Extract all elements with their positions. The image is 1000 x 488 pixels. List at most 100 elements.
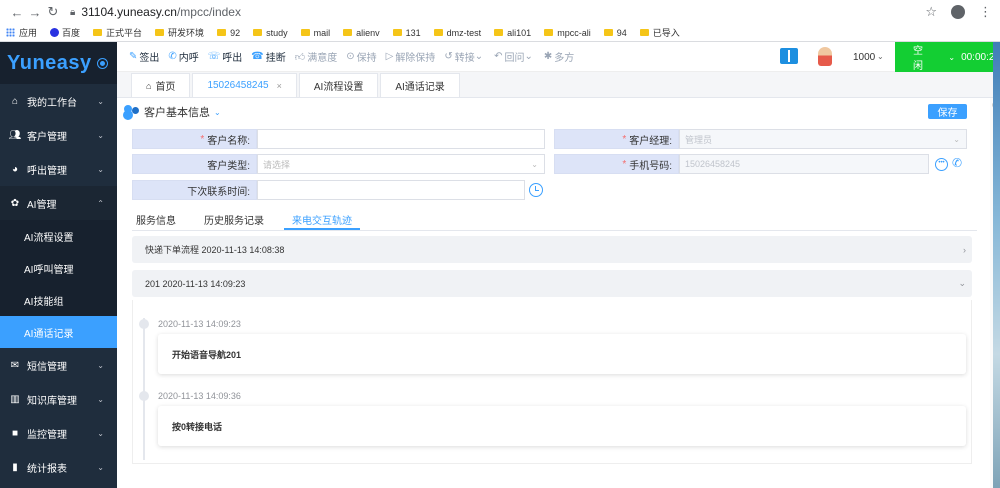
folder-icon <box>155 29 165 36</box>
button-label: 挂断 <box>265 53 286 64</box>
bookmark-item[interactable]: alienv <box>343 28 380 38</box>
bookmark-label: 131 <box>405 27 421 38</box>
sign-out-button[interactable]: ✎ 签出 <box>129 49 159 64</box>
sidebar: Yuneasy ⌂ 我的工作台 ⌄ 👥︎ 客户管理 ⌄ ◕ 呼出管理 ⌄ ✿ A… <box>0 42 117 488</box>
timeline-time: 2020-11-13 14:09:23 <box>158 319 241 329</box>
internal-call-button[interactable]: ✆ 内呼 <box>168 49 198 64</box>
timeline-time: 2020-11-13 14:09:36 <box>158 391 241 401</box>
timeline-line <box>143 318 145 460</box>
customer-type-label: 客户类型: <box>132 154 257 174</box>
video-icon: ■ <box>11 427 19 439</box>
tab-ai-flow[interactable]: AI流程设置 <box>298 73 379 97</box>
bookmark-item[interactable]: 131 <box>392 27 421 38</box>
tab-ai-records[interactable]: AI通话记录 <box>380 73 460 97</box>
tab-customer[interactable]: 15026458245 × <box>192 73 297 97</box>
bookmark-item[interactable]: 已导入 <box>639 26 680 39</box>
subtab-call-trace[interactable]: 来电交互轨迹 <box>284 212 360 230</box>
hold-button[interactable]: ⊙ 保持 <box>346 49 376 64</box>
baidu-icon <box>50 28 60 37</box>
collapse-panel-express[interactable]: 快递下单流程 2020-11-13 14:08:38 › <box>132 236 972 263</box>
customer-manager-select[interactable]: 管理员 ⌄ <box>679 129 967 149</box>
select-placeholder: 请选择 <box>263 159 291 170</box>
sidebar-item-label: AI管理 <box>27 199 57 211</box>
agent-avatar[interactable] <box>818 47 832 66</box>
button-label: 签出 <box>139 53 160 64</box>
url-path: /mpcc/index <box>176 5 241 19</box>
phone-input[interactable]: 15026458245 <box>679 154 929 174</box>
url-field[interactable]: 31104.yuneasy.cn/mpcc/index <box>81 5 241 19</box>
extension-number[interactable]: 1000 <box>853 52 875 63</box>
sidebar-subitem-ai-records[interactable]: AI通话记录 <box>0 316 117 348</box>
section-header[interactable]: 客户基本信息 ⌄ <box>124 104 221 120</box>
call-icon[interactable]: ✆ <box>952 157 965 170</box>
clock-icon[interactable] <box>529 183 543 197</box>
bookmark-item[interactable]: 百度 <box>50 26 80 39</box>
sidebar-item-workbench[interactable]: ⌂ 我的工作台 ⌄ <box>0 84 117 118</box>
next-contact-input[interactable] <box>257 180 543 200</box>
tab-label: AI流程设置 <box>313 82 364 93</box>
star-icon[interactable]: ☆ <box>925 4 937 20</box>
subtab-service-info[interactable]: 服务信息 <box>136 212 176 230</box>
tab-home[interactable]: ⌂ 首页 <box>131 73 191 97</box>
apps-icon <box>6 28 15 37</box>
sidebar-subitem-ai-flow[interactable]: AI流程设置 <box>0 220 117 252</box>
sidebar-item-reports[interactable]: ▮ 统计报表 ⌄ <box>0 450 117 484</box>
sidebar-item-sms[interactable]: ✉ 短信管理 ⌄ <box>0 348 117 382</box>
hangup-button[interactable]: ☎ 挂断 <box>251 49 285 64</box>
bookmark-item[interactable]: 应用 <box>6 26 37 39</box>
kebab-menu-icon[interactable]: ⋮ <box>979 4 992 20</box>
sidebar-item-ai[interactable]: ✿ AI管理 ⌃ <box>0 186 117 220</box>
transfer-button[interactable]: ↺ 转接 ⌄ <box>444 49 485 64</box>
bookmark-item[interactable]: ali101 <box>494 28 531 38</box>
folder-icon <box>392 29 402 36</box>
sidebar-subitem-ai-call[interactable]: AI呼叫管理 <box>0 252 117 284</box>
consult-button[interactable]: ↶ 回问 ⌄ <box>494 49 535 64</box>
bookmark-label: study <box>266 27 288 38</box>
sidebar-toggle-icon[interactable] <box>98 58 107 68</box>
folder-icon <box>93 29 103 36</box>
knowledge-book-icon[interactable] <box>780 48 798 64</box>
satisfaction-button[interactable]: 👍︎ 满意度 <box>295 49 337 65</box>
customer-name-input[interactable] <box>257 129 545 149</box>
sms-icon[interactable]: ••• <box>935 158 948 171</box>
collapse-panel-201[interactable]: 201 2020-11-13 14:09:23 ⌄ <box>132 270 972 297</box>
close-icon[interactable]: × <box>277 81 282 91</box>
bookmark-item[interactable]: mail <box>300 28 330 38</box>
outbound-call-button[interactable]: ☏ 呼出 <box>208 49 243 64</box>
folder-icon <box>544 29 554 36</box>
bookmarks-bar: 应用 百度 正式平台 研发环境 92 study mail alienv 131 dmz-test… <box>0 24 1000 42</box>
profile-icon[interactable] <box>951 5 965 19</box>
bookmark-item[interactable]: study <box>253 28 288 38</box>
bookmark-label: 92 <box>230 27 241 38</box>
folder-icon <box>603 29 613 36</box>
chevron-down-icon: ⌄ <box>97 164 104 174</box>
forward-icon[interactable]: → <box>26 5 44 20</box>
timeline-card: 开始语音导航201 <box>158 334 966 374</box>
reload-icon[interactable]: ↻ <box>44 4 62 20</box>
chevron-down-icon[interactable]: ⌄ <box>877 52 884 61</box>
sidebar-item-monitor[interactable]: ■ 监控管理 ⌄ <box>0 416 117 450</box>
users-icon: 👥︎ <box>8 129 22 141</box>
subtab-history[interactable]: 历史服务记录 <box>204 212 264 230</box>
button-label: 呼出 <box>222 53 243 64</box>
unhold-button[interactable]: ▷ 解除保持 <box>386 49 436 64</box>
sidebar-item-customers[interactable]: 👥︎ 客户管理 ⌄ <box>0 118 117 152</box>
lock-icon: 🔒︎ <box>70 6 76 18</box>
bookmark-item[interactable]: 正式平台 <box>93 26 142 39</box>
bookmark-item[interactable]: 92 <box>217 28 240 38</box>
browser-actions: ☆ ⋮ <box>925 4 992 20</box>
bookmark-item[interactable]: dmz-test <box>433 28 481 38</box>
conference-button[interactable]: ✱ 多方 <box>544 49 574 64</box>
save-button[interactable]: 保存 <box>928 104 967 119</box>
customer-type-select[interactable]: 请选择 ⌄ <box>257 154 545 174</box>
sidebar-subitem-ai-skill[interactable]: AI技能组 <box>0 284 117 316</box>
agent-status[interactable]: 空闲 ⌄ 00:00:23 <box>895 42 1000 72</box>
sidebar-item-outbound[interactable]: ◕ 呼出管理 ⌄ <box>0 152 117 186</box>
folder-icon <box>343 29 353 36</box>
bookmark-item[interactable]: mpcc-ali <box>544 28 591 38</box>
phone-label: * 手机号码: <box>554 154 679 174</box>
sidebar-item-knowledge[interactable]: ▥ 知识库管理 ⌄ <box>0 382 117 416</box>
bookmark-item[interactable]: 研发环境 <box>155 26 204 39</box>
back-icon[interactable]: ← <box>8 5 26 20</box>
bookmark-item[interactable]: 94 <box>603 28 627 38</box>
